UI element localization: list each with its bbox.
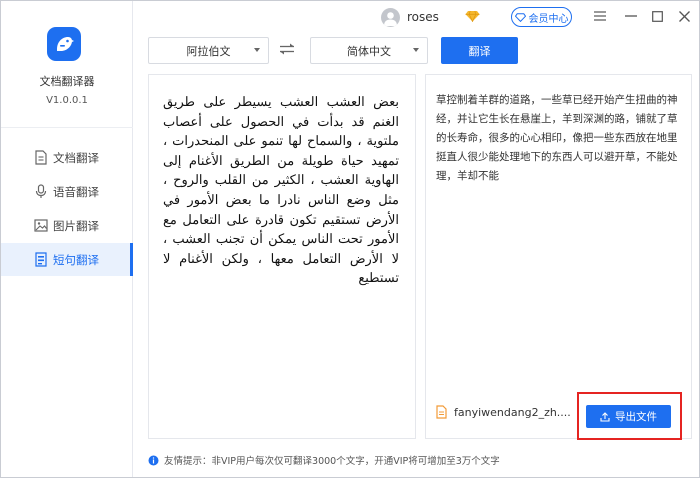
- app-window: 文档翻译器 V1.0.0.1 文档翻译 语音翻译 图片翻译 短句翻译 roses…: [0, 0, 700, 478]
- minimize-icon[interactable]: [622, 7, 640, 25]
- export-file-button[interactable]: 导出文件: [586, 405, 671, 428]
- sidebar-divider: [1, 127, 133, 128]
- file-icon: [436, 405, 447, 419]
- target-language-select[interactable]: 简体中文: [310, 37, 428, 64]
- export-file-label: 导出文件: [615, 411, 657, 423]
- footer-tip-text: 友情提示：非VIP用户每次仅可翻译3000个文字，开通VIP将可增加至3万个文字: [164, 456, 500, 467]
- bird-logo-icon: [47, 27, 81, 61]
- file-name: fanyiwendang2_zh....: [454, 405, 571, 419]
- translate-button[interactable]: 翻译: [441, 37, 518, 64]
- chevron-down-icon: [254, 48, 260, 52]
- app-version: V1.0.0.1: [46, 95, 88, 106]
- chevron-down-icon: [413, 48, 419, 52]
- info-icon: [148, 455, 159, 465]
- footer-tip: 友情提示：非VIP用户每次仅可翻译3000个文字，开通VIP将可增加至3万个文字: [148, 453, 500, 467]
- export-icon: [600, 411, 610, 422]
- sidebar-item-image-translate[interactable]: 图片翻译: [1, 209, 133, 242]
- swap-languages-icon[interactable]: [279, 43, 295, 58]
- target-language-value: 简体中文: [347, 44, 391, 58]
- diamond-icon[interactable]: [465, 10, 480, 25]
- output-file[interactable]: fanyiwendang2_zh....: [436, 405, 571, 419]
- source-language-value: 阿拉伯文: [186, 44, 231, 58]
- sidebar-item-label: 语音翻译: [53, 184, 99, 199]
- username: roses: [407, 10, 439, 24]
- app-name: 文档翻译器: [39, 75, 95, 88]
- vip-diamond-icon: [514, 12, 526, 22]
- source-text-panel[interactable]: بعض العشب العشب يسيطر على طريق الغنم قد …: [148, 74, 416, 439]
- source-language-select[interactable]: 阿拉伯文: [148, 37, 269, 64]
- short-text-icon: [34, 252, 48, 267]
- result-text: 草控制着羊群的道路，一些草已经开始产生扭曲的神经，并让它生长在悬崖上，羊到深渊的…: [436, 94, 678, 182]
- sidebar-item-short-text-translate[interactable]: 短句翻译: [1, 243, 133, 276]
- sidebar-item-label: 图片翻译: [53, 218, 99, 233]
- sidebar-item-voice-translate[interactable]: 语音翻译: [1, 175, 133, 208]
- sidebar-item-document-translate[interactable]: 文档翻译: [1, 141, 133, 174]
- vip-center-label: 会员中心: [528, 13, 569, 25]
- sidebar-item-label: 文档翻译: [53, 150, 99, 165]
- maximize-icon[interactable]: [648, 7, 666, 25]
- avatar[interactable]: [381, 8, 400, 27]
- microphone-icon: [34, 184, 48, 199]
- result-text-panel: 草控制着羊群的道路，一些草已经开始产生扭曲的神经，并让它生长在悬崖上，羊到深渊的…: [425, 74, 692, 439]
- vip-center-button[interactable]: 会员中心: [511, 7, 572, 27]
- image-icon: [34, 218, 48, 233]
- close-icon[interactable]: [675, 7, 693, 25]
- sidebar-item-label: 短句翻译: [53, 252, 99, 267]
- sidebar: 文档翻译器 V1.0.0.1 文档翻译 语音翻译 图片翻译 短句翻译: [1, 1, 133, 477]
- menu-icon[interactable]: [591, 7, 609, 25]
- document-icon: [34, 150, 48, 165]
- sidebar-nav: 文档翻译 语音翻译 图片翻译 短句翻译: [1, 141, 133, 277]
- source-text[interactable]: بعض العشب العشب يسيطر على طريق الغنم قد …: [163, 93, 399, 289]
